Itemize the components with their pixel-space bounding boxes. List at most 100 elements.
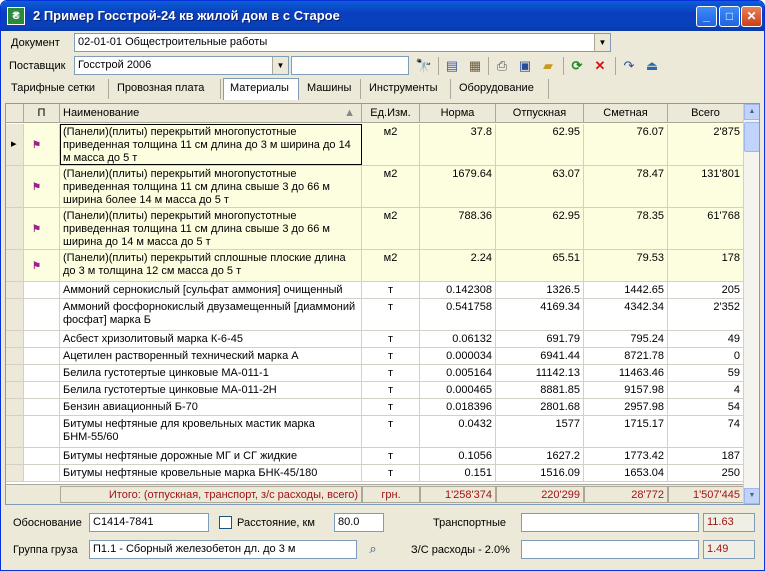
scroll-thumb[interactable] [744,122,759,152]
row-indicator[interactable] [6,166,24,207]
material-norm[interactable]: 0.005164 [420,365,496,381]
row-indicator[interactable] [6,382,24,398]
material-release-price[interactable]: 65.51 [496,250,584,281]
tab-tools[interactable]: Инструменты [363,79,451,99]
material-estimate-price[interactable]: 795.24 [584,331,668,347]
flag-cell[interactable] [24,365,60,381]
material-total[interactable]: 49 [668,331,744,347]
stamp-icon[interactable]: ▦ [465,57,485,75]
supplier-search-input[interactable] [291,56,409,75]
material-estimate-price[interactable]: 9157.98 [584,382,668,398]
table-row[interactable]: ⚑ (Панели)(плиты) перекрытий многопустотн… [6,166,744,208]
notebook-icon[interactable]: ▤ [442,57,462,75]
distance-field[interactable]: 80.0 [334,513,384,532]
material-estimate-price[interactable]: 76.07 [584,124,668,165]
table-row[interactable]: Белила густотертые цинковые МА-011-1 т 0.0… [6,365,744,382]
app-icon[interactable]: ₴ [7,7,25,25]
scroll-up-icon[interactable]: ▲ [744,104,759,120]
material-unit[interactable]: т [362,465,420,481]
material-estimate-price[interactable]: 1715.17 [584,416,668,447]
material-estimate-price[interactable]: 4342.34 [584,299,668,330]
material-norm[interactable]: 0.018396 [420,399,496,415]
row-indicator[interactable] [6,399,24,415]
column-header-flag[interactable]: П [24,104,60,123]
document-select[interactable]: 02-01-01 Общестроительные работы ▼ [74,33,611,52]
material-name[interactable]: Белила густотертые цинковые МА-011-2Н [60,382,362,398]
material-total[interactable]: 205 [668,282,744,298]
material-estimate-price[interactable]: 1653.04 [584,465,668,481]
material-unit[interactable]: т [362,382,420,398]
material-unit[interactable]: м2 [362,124,420,165]
material-name[interactable]: Битумы нефтяные дорожные МГ и СГ жидкие [60,448,362,464]
material-norm[interactable]: 0.1056 [420,448,496,464]
flag-cell[interactable]: ⚑ [24,166,60,207]
material-release-price[interactable]: 62.95 [496,208,584,249]
row-indicator[interactable] [6,299,24,330]
material-unit[interactable]: т [362,348,420,364]
material-estimate-price[interactable]: 79.53 [584,250,668,281]
material-name[interactable]: Аммоний фосфорнокислый двузамещенный [ди… [60,299,362,330]
row-indicator[interactable] [6,416,24,447]
table-row[interactable]: ⚑ (Панели)(плиты) перекрытий сплошные пло… [6,250,744,282]
row-indicator[interactable] [6,365,24,381]
table-row[interactable]: Ацетилен растворенный технический марка … [6,348,744,365]
flag-cell[interactable] [24,331,60,347]
material-unit[interactable]: м2 [362,166,420,207]
table-row[interactable]: Аммоний фосфорнокислый двузамещенный [ди… [6,299,744,331]
tab-tariff-grids[interactable]: Тарифные сетки [5,79,109,99]
material-name[interactable]: Аммоний сернокислый [сульфат аммония] оч… [60,282,362,298]
material-norm[interactable]: 0.151 [420,465,496,481]
title-bar[interactable]: ₴ 2 Пример Госстрой-24 кв жилой дом в с … [1,1,764,31]
material-norm[interactable]: 0.142308 [420,282,496,298]
material-release-price[interactable]: 4169.34 [496,299,584,330]
table-row[interactable]: ⚑ (Панели)(плиты) перекрытий многопустотн… [6,208,744,250]
undo-icon[interactable]: ↷ [619,57,639,75]
save-icon[interactable]: ▣ [515,57,535,75]
material-name[interactable]: Бензин авиационный Б-70 [60,399,362,415]
flag-cell[interactable] [24,299,60,330]
flag-cell[interactable]: ⚑ [24,124,60,165]
material-unit[interactable]: т [362,365,420,381]
material-release-price[interactable]: 1326.5 [496,282,584,298]
row-indicator[interactable] [6,250,24,281]
column-header-release-price[interactable]: Отпускная [496,104,584,123]
material-name[interactable]: (Панели)(плиты) перекрытий сплошные плос… [60,250,362,281]
material-norm[interactable]: 37.8 [420,124,496,165]
material-unit[interactable]: т [362,299,420,330]
flag-cell[interactable]: ⚑ [24,250,60,281]
distance-checkbox[interactable] [219,516,232,529]
material-name[interactable]: Белила густотертые цинковые МА-011-1 [60,365,362,381]
table-row[interactable]: Битумы нефтяные для кровельных мастик ма… [6,416,744,448]
material-total[interactable]: 131'801 [668,166,744,207]
material-norm[interactable]: 788.36 [420,208,496,249]
flag-cell[interactable] [24,448,60,464]
material-total[interactable]: 2'875 [668,124,744,165]
material-name[interactable]: Битумы нефтяные кровельные марка БНК-45/… [60,465,362,481]
refresh-icon[interactable]: ⟳ [567,57,587,75]
material-estimate-price[interactable]: 2957.98 [584,399,668,415]
material-release-price[interactable]: 63.07 [496,166,584,207]
chevron-down-icon[interactable]: ▼ [594,34,610,51]
material-estimate-price[interactable]: 1442.65 [584,282,668,298]
flag-cell[interactable] [24,416,60,447]
material-estimate-price[interactable]: 8721.78 [584,348,668,364]
row-indicator[interactable] [6,282,24,298]
row-indicator[interactable] [6,348,24,364]
scroll-down-icon[interactable]: ▼ [744,488,759,504]
delete-icon[interactable]: ✕ [590,57,610,75]
material-name[interactable]: (Панели)(плиты) перекрытий многопустотны… [60,166,362,207]
material-unit[interactable]: т [362,282,420,298]
cargo-group-field[interactable]: П1.1 - Сборный железобетон дл. до 3 м [89,540,357,559]
material-unit[interactable]: м2 [362,208,420,249]
flag-cell[interactable] [24,465,60,481]
overhead-field[interactable] [521,540,699,559]
flag-cell[interactable] [24,348,60,364]
row-indicator[interactable] [6,448,24,464]
material-release-price[interactable]: 1627.2 [496,448,584,464]
material-release-price[interactable]: 1516.09 [496,465,584,481]
justification-field[interactable]: С1414-7841 [89,513,209,532]
material-total[interactable]: 250 [668,465,744,481]
flag-cell[interactable] [24,282,60,298]
material-unit[interactable]: т [362,331,420,347]
column-header-norm[interactable]: Норма [420,104,496,123]
